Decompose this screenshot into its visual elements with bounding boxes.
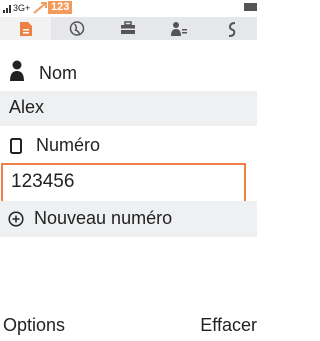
more-icon	[228, 22, 235, 37]
name-label: Nom	[39, 63, 78, 83]
person-icon	[10, 60, 24, 81]
number-label: Numéro	[36, 135, 101, 155]
number-value: 123456	[11, 171, 75, 192]
tab-web[interactable]	[51, 17, 102, 40]
softkey-bar: Options Effacer	[0, 311, 257, 341]
battery-icon	[244, 3, 257, 11]
name-label-row: Nom	[0, 55, 257, 91]
network-type: 3G+	[13, 3, 31, 13]
tab-work[interactable]	[102, 17, 153, 40]
number-label-row: Numéro	[0, 128, 257, 163]
add-number-label: Nouveau numéro	[34, 208, 173, 228]
signal-icon	[3, 5, 11, 13]
options-softkey[interactable]: Options	[3, 315, 65, 336]
sms-icon	[33, 2, 47, 14]
clear-softkey[interactable]: Effacer	[200, 315, 257, 336]
tab-contact[interactable]	[0, 17, 51, 40]
tab-details[interactable]	[153, 17, 204, 40]
contact-card-icon	[19, 22, 32, 36]
name-field[interactable]: Alex	[0, 91, 257, 126]
tab-more[interactable]	[206, 17, 257, 40]
globe-icon	[69, 21, 84, 36]
briefcase-icon	[120, 21, 135, 34]
add-circle-icon	[8, 211, 24, 227]
name-value: Alex	[9, 97, 45, 117]
person-details-icon	[170, 22, 187, 36]
add-number-button[interactable]: Nouveau numéro	[0, 201, 257, 237]
tab-bar	[0, 17, 257, 40]
unread-badge: 123	[48, 1, 73, 14]
phone-icon	[10, 138, 22, 154]
number-input[interactable]: 123456	[1, 163, 246, 203]
status-bar: 3G+ 123	[0, 0, 257, 17]
